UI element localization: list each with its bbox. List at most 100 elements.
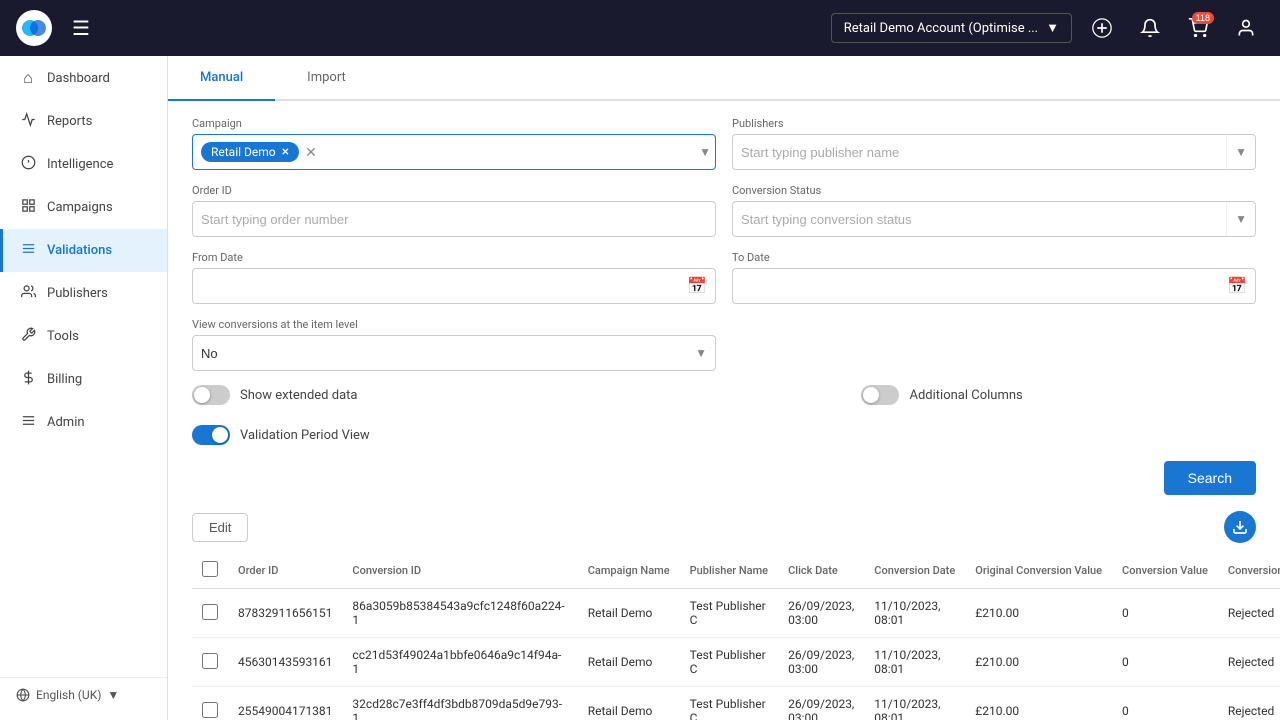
to-date-filter: To Date 13/11/2023 📅 (732, 251, 1256, 304)
billing-icon (19, 370, 37, 389)
conversion-status-label: Conversion Status (732, 184, 1256, 197)
conversion-status-input-wrap: ▼ (732, 201, 1256, 237)
hamburger-button[interactable]: ☰ (72, 16, 90, 41)
sidebar-item-tools[interactable]: Tools (0, 315, 167, 358)
table-area: Edit Order ID Conversion ID (168, 511, 1280, 720)
spacer-filter (732, 318, 1256, 371)
sidebar-label-tools: Tools (47, 329, 79, 344)
view-conversions-select[interactable]: No Yes (193, 336, 715, 370)
sidebar-label-admin: Admin (47, 415, 85, 430)
show-extended-data-toggle[interactable] (192, 385, 230, 405)
show-extended-data-label: Show extended data (240, 388, 357, 403)
sidebar-item-campaigns[interactable]: Campaigns (0, 186, 167, 229)
row-checkbox[interactable] (202, 702, 218, 718)
admin-icon (19, 413, 37, 432)
validation-period-toggle[interactable] (192, 425, 230, 445)
cart-badge: 118 (1192, 12, 1214, 24)
tab-import[interactable]: Import (275, 56, 378, 101)
row-conversion-id: 86a3059b85384543a9cfc1248f60a224-1 (342, 589, 577, 638)
validation-period-label: Validation Period View (240, 428, 370, 443)
row-campaign-name: Retail Demo (578, 638, 680, 687)
table-row: 87832911656151 86a3059b85384543a9cfc1248… (192, 589, 1280, 638)
additional-columns-toggle-row: Additional Columns (861, 385, 1022, 405)
campaign-chip-label: Retail Demo (211, 145, 276, 159)
sidebar-item-intelligence[interactable]: Intelligence (0, 143, 167, 186)
row-publisher-name: Test Publisher C (680, 589, 778, 638)
conversion-status-dropdown-button[interactable]: ▼ (1226, 202, 1255, 236)
row-checkbox-cell (192, 687, 228, 720)
search-button[interactable]: Search (1164, 461, 1256, 495)
sidebar-label-dashboard: Dashboard (47, 71, 110, 86)
data-table: Order ID Conversion ID Campaign Name Pub… (192, 553, 1280, 720)
show-extended-data-toggle-row: Show extended data (192, 385, 357, 405)
to-date-calendar-button[interactable]: 📅 (1219, 276, 1255, 296)
from-date-label: From Date (192, 251, 716, 264)
row-checkbox[interactable] (202, 653, 218, 669)
table-row: 45630143593161 cc21d53f49024a1bbfe0646a9… (192, 638, 1280, 687)
additional-columns-toggle[interactable] (861, 385, 899, 405)
row-checkbox-cell (192, 589, 228, 638)
sidebar-item-billing[interactable]: Billing (0, 358, 167, 401)
language-selector[interactable]: English (UK) ▼ (0, 677, 167, 712)
edit-button[interactable]: Edit (192, 513, 248, 542)
row-order-id: 87832911656151 (228, 589, 342, 638)
sidebar-item-validations[interactable]: Validations (0, 229, 167, 272)
view-conversions-label: View conversions at the item level (192, 318, 716, 331)
row-checkbox[interactable] (202, 604, 218, 620)
row-conversion-date: 11/10/2023, 08:01 (864, 589, 965, 638)
sidebar-label-billing: Billing (47, 372, 82, 387)
to-date-input[interactable]: 13/11/2023 (733, 269, 1219, 303)
tab-manual[interactable]: Manual (168, 56, 275, 101)
download-button[interactable] (1224, 511, 1256, 543)
sidebar-item-publishers[interactable]: Publishers (0, 272, 167, 315)
row-order-id: 45630143593161 (228, 638, 342, 687)
view-conversions-select-wrap: No Yes ▼ (192, 335, 716, 371)
sidebar-label-reports: Reports (47, 114, 92, 129)
publishers-dropdown-button[interactable]: ▼ (1226, 135, 1255, 169)
brand (16, 10, 52, 46)
from-date-filter: From Date 01/10/2023 📅 (192, 251, 716, 304)
from-date-input[interactable]: 01/10/2023 (193, 269, 679, 303)
filter-row-2: Order ID Conversion Status ▼ (192, 184, 1256, 237)
view-conversions-filter: View conversions at the item level No Ye… (192, 318, 716, 371)
header-order-id: Order ID (228, 553, 342, 589)
row-checkbox-cell (192, 638, 228, 687)
header-conversion-date: Conversion Date (864, 553, 965, 589)
sidebar-item-dashboard[interactable]: ⌂ Dashboard (0, 56, 167, 100)
row-conversion-date: 11/10/2023, 08:01 (864, 687, 965, 720)
from-date-calendar-button[interactable]: 📅 (679, 276, 715, 296)
filter-row-4: View conversions at the item level No Ye… (192, 318, 1256, 371)
notification-button[interactable] (1132, 10, 1168, 46)
order-id-label: Order ID (192, 184, 716, 197)
campaign-input-wrap: Retail Demo × ✕ ▼ (192, 134, 716, 170)
table-header-row: Order ID Conversion ID Campaign Name Pub… (192, 553, 1280, 589)
publishers-filter: Publishers ▼ (732, 117, 1256, 170)
campaign-dropdown-button[interactable]: ▼ (699, 145, 711, 159)
select-all-checkbox[interactable] (202, 561, 218, 577)
campaign-chip: Retail Demo × (201, 142, 299, 162)
user-button[interactable] (1228, 10, 1264, 46)
campaign-clear-button[interactable]: ✕ (305, 144, 317, 161)
campaign-chip-close[interactable]: × (282, 145, 289, 159)
publishers-input[interactable] (733, 135, 1226, 169)
cart-button[interactable]: 118 (1180, 10, 1216, 46)
account-selector[interactable]: Retail Demo Account (Optimise ... ▼ (831, 13, 1072, 43)
sidebar-item-admin[interactable]: Admin (0, 401, 167, 444)
row-conversion-value: 0 (1112, 638, 1218, 687)
row-original-conversion-value: £210.00 (965, 638, 1112, 687)
header-click-date: Click Date (778, 553, 864, 589)
row-conversion-value: 0 (1112, 687, 1218, 720)
add-button[interactable] (1084, 10, 1120, 46)
order-id-filter: Order ID (192, 184, 716, 237)
tabs-bar: Manual Import (168, 56, 1280, 101)
language-arrow-icon: ▼ (107, 688, 119, 702)
row-publisher-name: Test Publisher C (680, 687, 778, 720)
conversion-status-input[interactable] (733, 202, 1226, 236)
sidebar-item-reports[interactable]: Reports (0, 100, 167, 143)
row-click-date: 26/09/2023, 03:00 (778, 687, 864, 720)
order-id-input[interactable] (193, 202, 715, 236)
tools-icon (19, 327, 37, 346)
sidebar: ⌂ Dashboard Reports Intelligence Campaig… (0, 56, 168, 720)
filter-row-3: From Date 01/10/2023 📅 To Date 13/11/202… (192, 251, 1256, 304)
campaigns-icon (19, 198, 37, 217)
